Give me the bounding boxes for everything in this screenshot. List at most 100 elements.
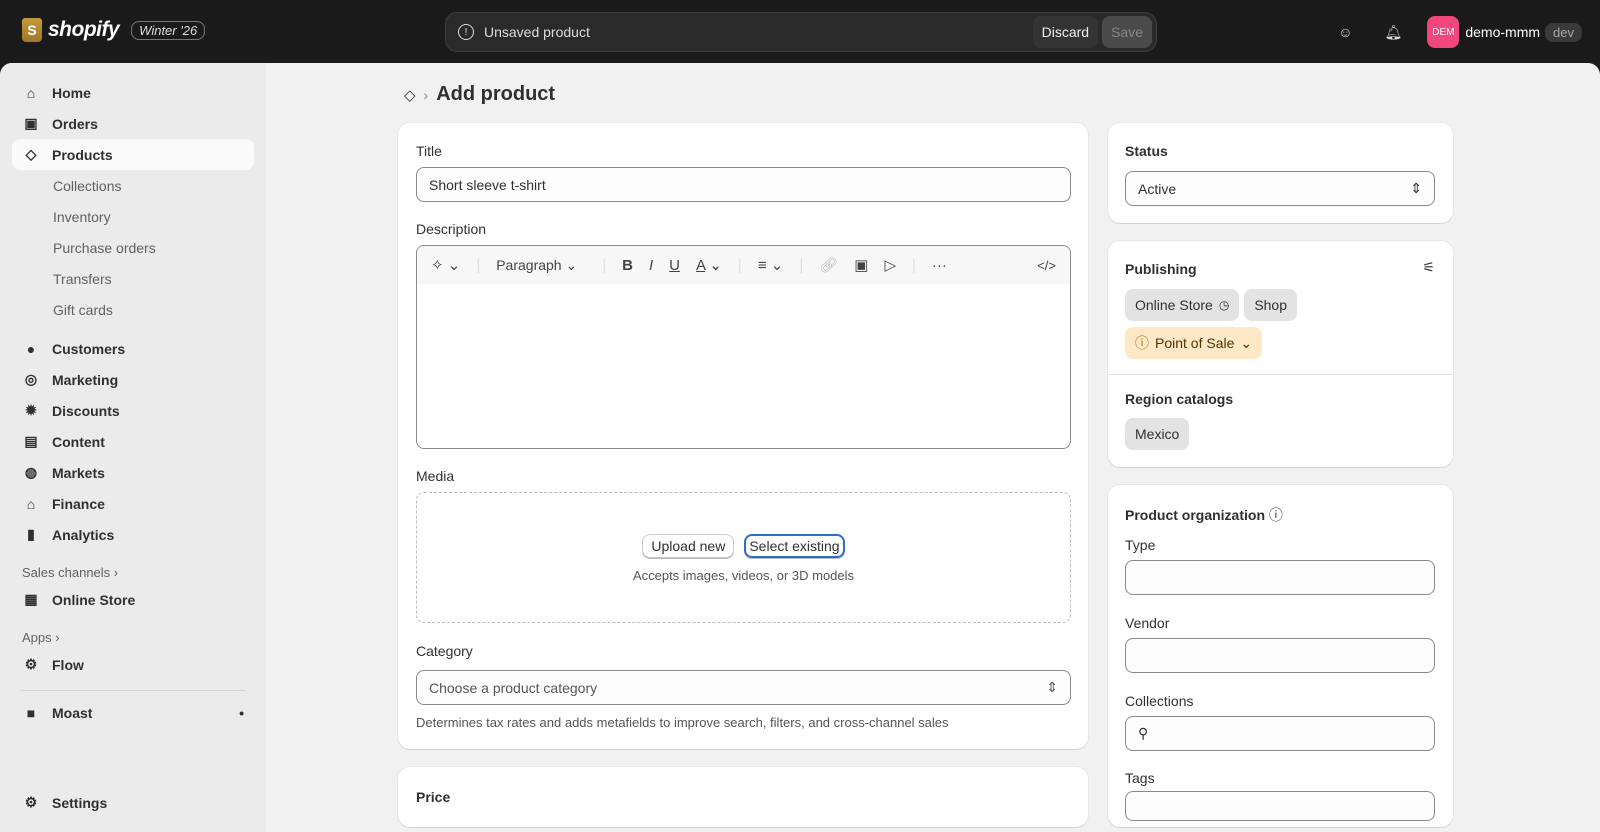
store-name[interactable]: demo-mmm — [1465, 24, 1540, 40]
sidebar-item-finance[interactable]: ⌂ Finance — [12, 488, 254, 519]
description-editor[interactable]: ✧ ⌄ | Paragraph ⌄ | BIUA ⌄ | ≡ ⌄ | 🔗︎ ▣ ▷ | ···… — [416, 245, 1071, 449]
tags-input[interactable] — [1125, 791, 1435, 821]
alert-icon: ! — [458, 24, 474, 40]
label: Apps — [22, 629, 52, 645]
status-label: Status — [1125, 143, 1168, 159]
info-icon[interactable]: ⓘ — [1269, 507, 1283, 523]
sidebar-item-orders[interactable]: ▣ Orders — [12, 108, 254, 139]
paragraph-select[interactable]: Paragraph ⌄ — [496, 257, 586, 274]
sidebar: ⌂ Home ▣ Orders ◇ Products Collections Inve… — [0, 63, 266, 832]
label: Settings — [52, 794, 108, 811]
flow-icon: ⚙ — [24, 656, 38, 672]
env-badge: dev — [1545, 22, 1582, 42]
search-icon: ⚲ — [1138, 725, 1149, 741]
sidebar-sub-purchase-orders[interactable]: Purchase orders — [12, 232, 254, 263]
gear-icon: ⚙ — [24, 794, 38, 810]
category-label: Category — [416, 643, 473, 659]
sidebar-item-discounts[interactable]: ✹ Discounts — [12, 395, 254, 426]
label: Products — [52, 146, 113, 163]
bold-icon[interactable]: B — [622, 257, 633, 274]
region-mexico[interactable]: Mexico — [1125, 418, 1190, 450]
price-card: Price — [398, 767, 1088, 827]
type-label: Type — [1125, 537, 1156, 553]
code-icon[interactable]: </> — [1037, 258, 1056, 273]
label: Discounts — [52, 402, 120, 419]
page-title: Add product — [436, 83, 556, 105]
label: Product organization — [1125, 507, 1265, 523]
title-input[interactable]: Short sleeve t-shirt — [416, 167, 1071, 202]
sidebar-sub-gift-cards[interactable]: Gift cards — [12, 294, 254, 325]
underline-icon[interactable]: U — [669, 257, 680, 274]
main-content: ◇ › Add product Title Short sleeve t-shir… — [266, 63, 1600, 832]
chevron-right-icon: › — [423, 86, 429, 103]
discount-icon: ✹ — [25, 402, 37, 418]
more-icon[interactable]: ··· — [932, 257, 947, 274]
description-label: Description — [416, 221, 487, 237]
sidebar-item-markets[interactable]: ◍ Markets — [12, 457, 254, 488]
channel-online-store[interactable]: Online Store ◷ — [1125, 289, 1240, 321]
sidebar-item-marketing[interactable]: ◎ Marketing — [12, 364, 254, 395]
sidebar-item-online-store[interactable]: ▦ Online Store — [12, 584, 254, 615]
org-heading: Product organization ⓘ — [1125, 505, 1283, 525]
sidebar-sub-inventory[interactable]: Inventory — [12, 201, 254, 232]
upload-new-button[interactable]: Upload new — [642, 534, 735, 558]
italic-icon[interactable]: I — [649, 257, 653, 274]
ai-sparkle-icon[interactable]: ✧ ⌄ — [431, 256, 460, 274]
video-icon[interactable]: ▷ — [884, 256, 896, 274]
sidebar-item-flow[interactable]: ⚙ Flow — [12, 649, 254, 680]
category-placeholder: Choose a product category — [429, 679, 598, 696]
save-button[interactable]: Save — [1102, 16, 1152, 48]
moast-app-icon: ■ — [26, 704, 36, 721]
title-label: Title — [416, 143, 442, 159]
vendor-input[interactable] — [1125, 638, 1435, 673]
label: Analytics — [52, 526, 115, 543]
align-icon[interactable]: ≡ ⌄ — [758, 256, 784, 274]
sidebar-item-analytics[interactable]: ▮ Analytics — [12, 519, 254, 550]
media-dropzone[interactable]: Upload new Select existing Accepts image… — [416, 492, 1071, 623]
category-select[interactable]: Choose a product category ⇕ — [416, 670, 1071, 705]
select-arrows-icon: ⇕ — [1046, 679, 1058, 695]
price-label: Price — [416, 789, 451, 805]
sidebar-item-customers[interactable]: ● Customers — [12, 333, 254, 364]
sidebar-item-products[interactable]: ◇ Products — [12, 139, 254, 170]
avatar[interactable]: DEM — [1427, 16, 1460, 48]
sidebar-item-content[interactable]: ▤ Content — [12, 426, 254, 457]
type-input[interactable] — [1125, 560, 1435, 595]
discard-button[interactable]: Discard — [1032, 16, 1099, 48]
label: Content — [52, 433, 105, 450]
sidebar-item-moast[interactable]: ■ Moast • — [12, 697, 254, 728]
text-color-icon[interactable]: A ⌄ — [696, 256, 722, 274]
label: Moast — [52, 704, 93, 721]
sidebar-sub-collections[interactable]: Collections — [12, 170, 254, 201]
select-existing-button[interactable]: Select existing — [744, 534, 845, 558]
status-select[interactable]: Active ⇕ — [1125, 171, 1435, 206]
label: Orders — [52, 115, 98, 132]
person-icon: ● — [26, 340, 36, 357]
sidebar-sub-transfers[interactable]: Transfers — [12, 263, 254, 294]
sidebar-item-settings[interactable]: ⚙ Settings — [12, 787, 254, 818]
category-help: Determines tax rates and adds metafields… — [416, 715, 949, 730]
top-bar: S shopify Winter '26 ! Unsaved product D… — [0, 0, 1600, 64]
sidebar-sales-channels[interactable]: Sales channels › — [12, 560, 254, 584]
channel-point-of-sale[interactable]: ⓘ Point of Sale ⌄ — [1125, 327, 1263, 359]
settings-sliders-icon[interactable]: ⚟ — [1422, 259, 1435, 276]
paragraph-label: Paragraph — [496, 256, 562, 273]
sidebar-item-home[interactable]: ⌂ Home — [12, 77, 254, 108]
label: Finance — [52, 495, 105, 512]
link-icon[interactable]: 🔗︎ — [819, 256, 838, 274]
product-details-card: Title Short sleeve t-shirt Description ✧… — [398, 123, 1088, 749]
label: Sales channels — [22, 564, 111, 580]
collections-search-input[interactable]: ⚲ — [1125, 716, 1435, 751]
schedule-icon: ◷ — [1218, 298, 1230, 312]
store-icon: ▦ — [24, 591, 38, 607]
image-icon[interactable]: ▣ — [854, 256, 868, 274]
bell-icon[interactable]: 🔔︎ — [1379, 18, 1407, 46]
sidekick-icon[interactable]: ☺ — [1331, 18, 1359, 46]
tag-icon[interactable]: ◇ — [404, 86, 416, 104]
label: Point of Sale — [1155, 335, 1235, 351]
release-badge: Winter '26 — [131, 20, 206, 40]
bank-icon: ⌂ — [26, 495, 36, 512]
channel-shop[interactable]: Shop — [1244, 289, 1298, 321]
shopify-logo[interactable]: S shopify Winter '26 — [22, 18, 206, 42]
sidebar-apps[interactable]: Apps › — [12, 625, 254, 649]
